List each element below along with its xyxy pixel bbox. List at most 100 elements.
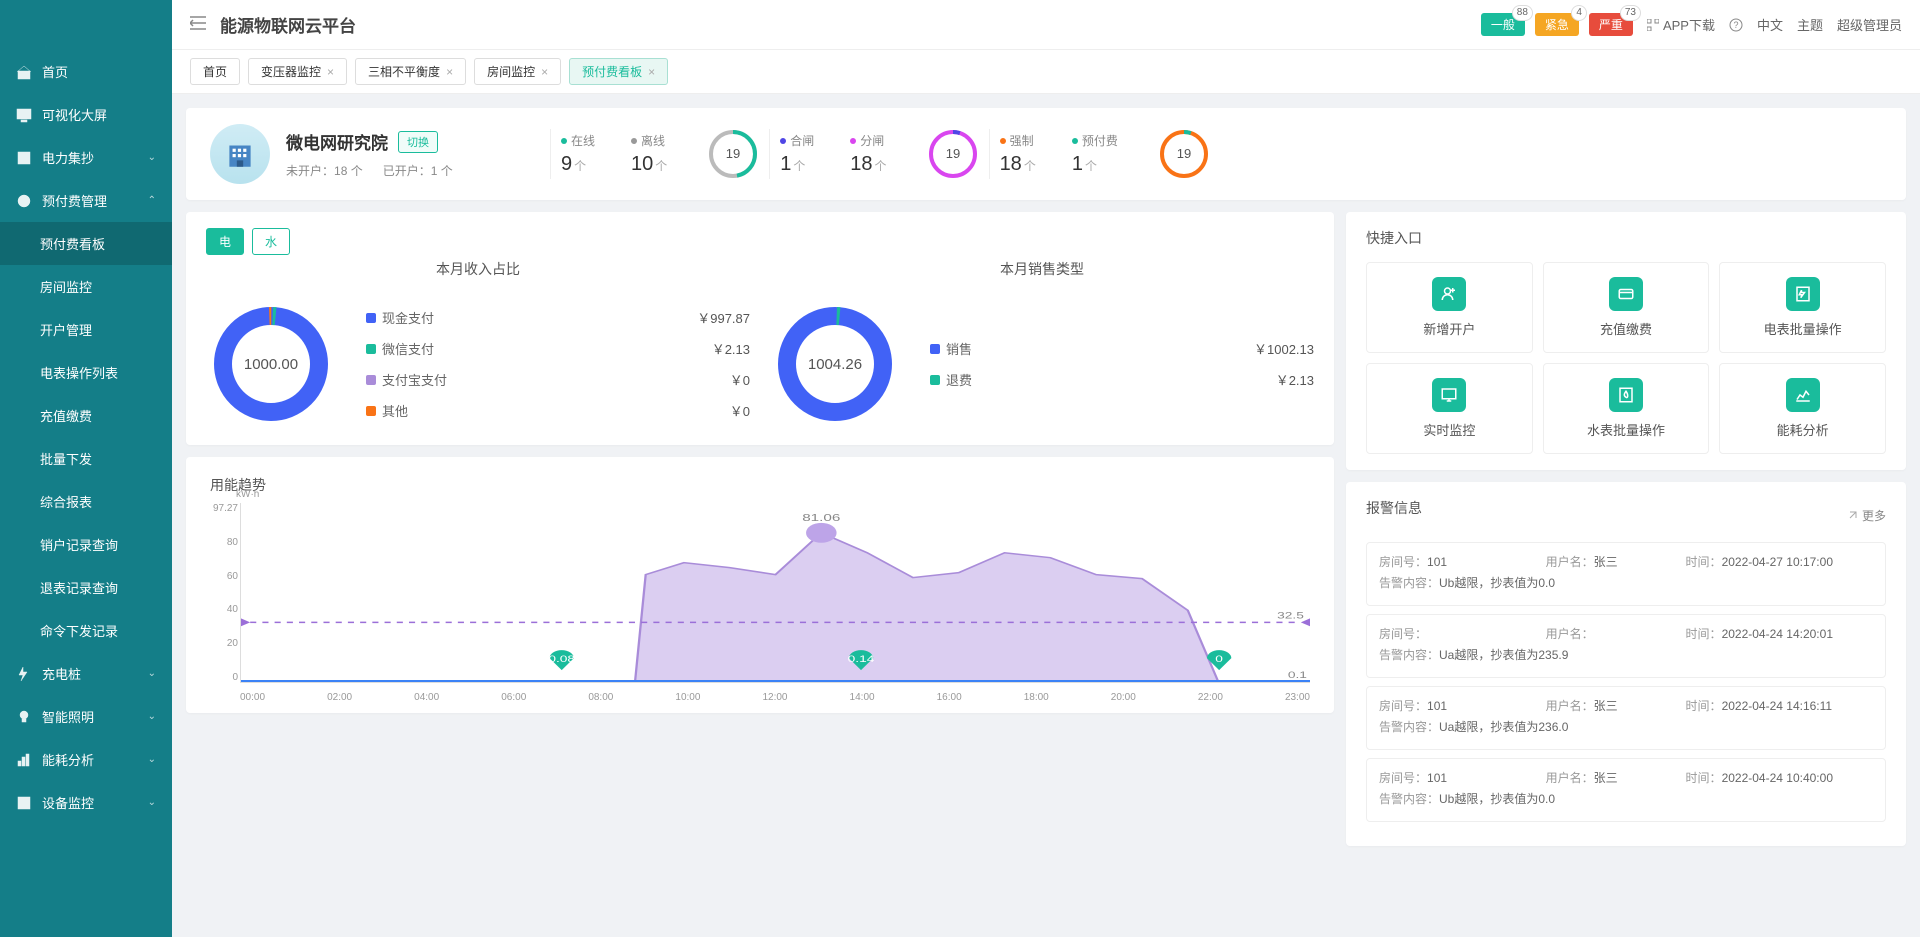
svg-text:19: 19: [1177, 146, 1191, 161]
nav-首页[interactable]: 首页: [0, 50, 172, 93]
quick-title: 快捷入口: [1366, 228, 1886, 248]
nav-可视化大屏[interactable]: 可视化大屏: [0, 93, 172, 136]
nav-预付费管理[interactable]: 预付费管理⌃: [0, 179, 172, 222]
svg-text:0.1: 0.1: [1288, 671, 1307, 680]
help-icon[interactable]: ?: [1729, 18, 1743, 32]
svg-text:0.14: 0.14: [848, 655, 875, 664]
svg-text:1004.26: 1004.26: [808, 356, 862, 373]
light-icon: [16, 709, 32, 725]
language-selector[interactable]: 中文: [1757, 15, 1783, 34]
nav-sub-综合报表[interactable]: 综合报表: [0, 480, 172, 523]
pie1-chart: 1000.00: [206, 299, 336, 429]
chevron-down-icon: ⌄: [148, 754, 156, 765]
page-tabs: 首页变压器监控× 三相不平衡度× 房间监控× 预付费看板×: [172, 50, 1920, 94]
app-title: 能源物联网云平台: [220, 12, 356, 37]
pie2-title: 本月销售类型: [770, 259, 1314, 279]
tab-首页[interactable]: 首页: [190, 58, 240, 85]
chevron-down-icon: ⌄: [148, 668, 156, 679]
menu-toggle-icon[interactable]: [190, 16, 206, 33]
nav-sub-预付费看板[interactable]: 预付费看板: [0, 222, 172, 265]
charge-icon: [16, 666, 32, 682]
quick-充值缴费[interactable]: 充值缴费: [1543, 262, 1710, 353]
topbar: 能源物联网云平台 一般88 紧急4 严重73 APP下载 ? 中文 主题 超级管理员: [172, 0, 1920, 50]
nav-能耗分析[interactable]: 能耗分析⌄: [0, 738, 172, 781]
legend-row: 其他￥0: [366, 395, 750, 426]
switch-org-button[interactable]: 切换: [398, 131, 438, 153]
legend-row: 微信支付￥2.13: [366, 333, 750, 364]
stat-force: 强制 18个: [1000, 132, 1036, 176]
svg-text:81.06: 81.06: [802, 512, 840, 524]
pie-panel: 电 水 本月收入占比: [186, 212, 1334, 445]
svg-text:0.08: 0.08: [548, 655, 575, 664]
pie1-title: 本月收入占比: [206, 259, 750, 279]
close-icon[interactable]: ×: [541, 65, 548, 79]
nav-sub-命令下发记录[interactable]: 命令下发记录: [0, 609, 172, 652]
stat-open-gate: 分闸 18个: [850, 132, 886, 176]
app-download-link[interactable]: APP下载: [1647, 15, 1715, 34]
alert-badge-严重[interactable]: 严重73: [1589, 13, 1633, 36]
nav-sub-批量下发[interactable]: 批量下发: [0, 437, 172, 480]
alarm-panel: 报警信息 更多 房间号：101 用户名：张三 时间：2022-04-27 10:…: [1346, 482, 1906, 846]
org-avatar: [210, 124, 270, 184]
chevron-up-icon: ⌃: [148, 195, 156, 206]
close-icon[interactable]: ×: [446, 65, 453, 79]
ring-online: 19: [707, 128, 759, 180]
chevron-down-icon: ⌄: [148, 152, 156, 163]
ring-gate: 19: [927, 128, 979, 180]
nav-sub-开户管理[interactable]: 开户管理: [0, 308, 172, 351]
batch-water-icon: [1609, 378, 1643, 412]
nav-sub-退表记录查询[interactable]: 退表记录查询: [0, 566, 172, 609]
toggle-elec-button[interactable]: 电: [206, 228, 244, 255]
alert-badge-紧急[interactable]: 紧急4: [1535, 13, 1579, 36]
stat-online: 在线 9个: [561, 132, 595, 176]
theme-selector[interactable]: 主题: [1797, 15, 1823, 34]
nav-设备监控[interactable]: 设备监控⌄: [0, 781, 172, 824]
quick-电表批量操作[interactable]: 电表批量操作: [1719, 262, 1886, 353]
alarm-title: 报警信息: [1366, 498, 1422, 518]
nav-sub-销户记录查询[interactable]: 销户记录查询: [0, 523, 172, 566]
user-menu[interactable]: 超级管理员: [1837, 15, 1902, 34]
quick-实时监控[interactable]: 实时监控: [1366, 363, 1533, 454]
nav-智能照明[interactable]: 智能照明⌄: [0, 695, 172, 738]
tab-变压器监控[interactable]: 变压器监控×: [248, 58, 347, 85]
nav-电力集抄[interactable]: 电力集抄⌄: [0, 136, 172, 179]
ring-prepay: 19: [1158, 128, 1210, 180]
quick-新增开户[interactable]: 新增开户: [1366, 262, 1533, 353]
screen-icon: [16, 107, 32, 123]
nav-充电桩[interactable]: 充电桩⌄: [0, 652, 172, 695]
svg-text:0: 0: [1215, 655, 1223, 664]
stat-offline: 离线 10个: [631, 132, 667, 176]
analysis-icon: [1786, 378, 1820, 412]
alarm-more-link[interactable]: 更多: [1848, 507, 1886, 524]
tab-预付费看板[interactable]: 预付费看板×: [569, 58, 668, 85]
alarm-item[interactable]: 房间号：101 用户名：张三 时间：2022-04-24 10:40:00 告警…: [1366, 758, 1886, 822]
alarm-item[interactable]: 房间号： 用户名： 时间：2022-04-24 14:20:01 告警内容：Ua…: [1366, 614, 1886, 678]
legend-row: 现金支付￥997.87: [366, 302, 750, 333]
sidebar: 首页可视化大屏电力集抄⌄预付费管理⌃预付费看板房间监控开户管理电表操作列表充值缴…: [0, 0, 172, 937]
legend-row: 销售￥1002.13: [930, 333, 1314, 364]
stats-row: 微电网研究院 切换 未开户：18 个 已开户：1 个 在线: [186, 108, 1906, 200]
chevron-down-icon: ⌄: [148, 711, 156, 722]
nav-sub-房间监控[interactable]: 房间监控: [0, 265, 172, 308]
home-icon: [16, 64, 32, 80]
user-plus-icon: [1432, 277, 1466, 311]
link-icon: [1848, 510, 1858, 520]
nav-sub-充值缴费[interactable]: 充值缴费: [0, 394, 172, 437]
tab-三相不平衡度[interactable]: 三相不平衡度×: [355, 58, 466, 85]
tab-房间监控[interactable]: 房间监控×: [474, 58, 561, 85]
nav-sub-电表操作列表[interactable]: 电表操作列表: [0, 351, 172, 394]
close-icon[interactable]: ×: [648, 65, 655, 79]
quick-水表批量操作[interactable]: 水表批量操作: [1543, 363, 1710, 454]
legend-row: 支付宝支付￥0: [366, 364, 750, 395]
quick-panel: 快捷入口 新增开户充值缴费电表批量操作实时监控水表批量操作能耗分析: [1346, 212, 1906, 470]
alert-badge-一般[interactable]: 一般88: [1481, 13, 1525, 36]
close-icon[interactable]: ×: [327, 65, 334, 79]
alarm-item[interactable]: 房间号：101 用户名：张三 时间：2022-04-24 14:16:11 告警…: [1366, 686, 1886, 750]
batch-elec-icon: [1786, 277, 1820, 311]
quick-能耗分析[interactable]: 能耗分析: [1719, 363, 1886, 454]
pay-icon: [1609, 277, 1643, 311]
toggle-water-button[interactable]: 水: [252, 228, 290, 255]
alarm-item[interactable]: 房间号：101 用户名：张三 时间：2022-04-27 10:17:00 告警…: [1366, 542, 1886, 606]
prepay-icon: [16, 193, 32, 209]
energy-icon: [16, 752, 32, 768]
